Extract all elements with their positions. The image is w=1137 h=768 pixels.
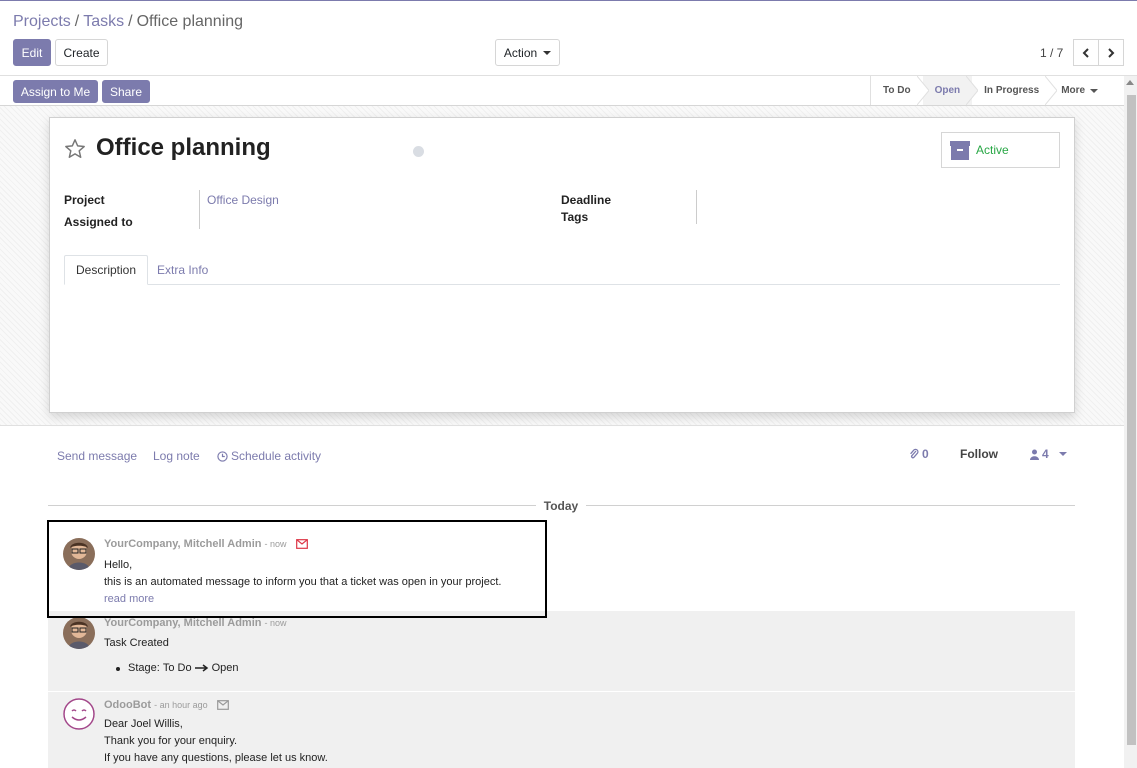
action-dropdown[interactable]: Action [495, 39, 560, 66]
message-author[interactable]: OdooBot - an hour ago [104, 699, 229, 711]
active-toggle-button[interactable]: Active [941, 132, 1060, 168]
share-button[interactable]: Share [102, 80, 150, 103]
stage-arrow-icon [916, 76, 929, 105]
message-body-line: Dear Joel Willis, [104, 718, 183, 730]
user-icon [1030, 449, 1039, 460]
scroll-up-arrow-icon[interactable] [1126, 80, 1134, 85]
message-date: - now [264, 618, 287, 628]
envelope-icon[interactable] [216, 700, 229, 710]
task-title: Office planning [96, 134, 271, 161]
tags-label: Tags [561, 210, 589, 224]
pager-value[interactable]: 1 / 7 [1040, 46, 1063, 60]
chatter-divider [0, 425, 1124, 426]
tab-description[interactable]: Description [64, 255, 149, 285]
paperclip-icon [910, 448, 919, 459]
message-body-line: If you have any questions, please let us… [104, 752, 328, 764]
active-label: Active [976, 143, 1009, 157]
stage-selector: To Do Open In Progress More [870, 76, 1108, 105]
today-separator-line [48, 505, 536, 506]
field-divider [199, 190, 200, 229]
stage-in-progress[interactable]: In Progress [972, 76, 1058, 105]
message-body-line: Thank you for your enquiry. [104, 735, 238, 747]
breadcrumb: Projects / Tasks / Office planning [13, 13, 244, 30]
assign-to-me-button[interactable]: Assign to Me [13, 80, 98, 103]
star-icon[interactable] [64, 138, 86, 160]
create-button[interactable]: Create [55, 39, 108, 66]
clock-icon [217, 450, 228, 462]
message-date: - now [264, 539, 287, 549]
statusbar: Assign to Me Share To Do Open In Progres… [0, 75, 1137, 106]
message-body-line: Hello, [104, 559, 133, 571]
log-note-button[interactable]: Log note [153, 449, 200, 463]
schedule-activity-button[interactable]: Schedule activity [217, 449, 321, 463]
deadline-label: Deadline [561, 193, 612, 207]
kanban-state-indicator[interactable] [413, 146, 424, 157]
assigned-to-label: Assigned to [64, 215, 133, 229]
chatter-message: YourCompany, Mitchell Admin - now Task C… [48, 611, 1075, 691]
project-label: Project [64, 193, 105, 207]
read-more-link[interactable]: read more [104, 593, 154, 605]
message-date: - an hour ago [154, 700, 208, 710]
bullet-icon [116, 667, 120, 671]
pager-next-button[interactable] [1098, 39, 1124, 66]
attachments-button[interactable]: 0 [909, 447, 929, 461]
stage-arrow-icon [1045, 76, 1058, 105]
scrollbar-thumb[interactable] [1127, 95, 1136, 745]
chatter-message: YourCompany, Mitchell Admin - now Hello,… [48, 527, 1075, 611]
breadcrumb-tasks[interactable]: Tasks [83, 13, 124, 30]
caret-down-icon [543, 50, 552, 55]
caret-down-icon [1058, 452, 1067, 456]
message-body-line: this is an automated message to inform y… [104, 576, 502, 588]
message-author[interactable]: YourCompany, Mitchell Admin - now [104, 617, 287, 629]
send-message-button[interactable]: Send message [57, 449, 137, 463]
pager-previous-button[interactable] [1073, 39, 1099, 66]
stage-more-dropdown[interactable]: More [1051, 76, 1108, 105]
action-label: Action [503, 45, 538, 60]
avatar[interactable] [63, 538, 95, 570]
chevron-left-icon [1082, 47, 1089, 58]
chevron-right-icon [1108, 47, 1115, 58]
project-link[interactable]: Office Design [207, 193, 279, 207]
archive-icon [950, 140, 970, 160]
stage-arrow-icon [966, 76, 979, 105]
field-divider [696, 190, 697, 224]
tab-extra-info[interactable]: Extra Info [146, 255, 219, 285]
avatar[interactable] [63, 617, 95, 649]
chatter-message: OdooBot - an hour ago Dear Joel Willis, … [48, 692, 1075, 768]
odoobot-avatar[interactable] [63, 698, 95, 730]
follow-button[interactable]: Follow [960, 447, 998, 461]
edit-button[interactable]: Edit [13, 39, 51, 66]
breadcrumb-projects[interactable]: Projects [13, 13, 71, 30]
breadcrumb-current: Office planning [136, 13, 244, 30]
tracking-value: Stage: To Do Open [116, 662, 239, 674]
message-body-line: Task Created [104, 637, 169, 649]
top-accent-line [0, 0, 1137, 1]
today-separator-label: Today [543, 499, 579, 513]
form-sheet: Office planning Active Project Assigned … [49, 117, 1075, 413]
caret-down-icon [1090, 88, 1099, 93]
followers-dropdown[interactable]: 4 [1030, 447, 1067, 461]
stage-open[interactable]: Open [922, 76, 979, 105]
form-tabs: Description Extra Info [64, 255, 1060, 285]
arrow-right-icon [194, 664, 208, 672]
stage-todo[interactable]: To Do [871, 76, 929, 105]
today-separator-line [586, 505, 1075, 506]
message-author[interactable]: YourCompany, Mitchell Admin - now [104, 538, 308, 550]
envelope-icon[interactable] [295, 539, 308, 549]
